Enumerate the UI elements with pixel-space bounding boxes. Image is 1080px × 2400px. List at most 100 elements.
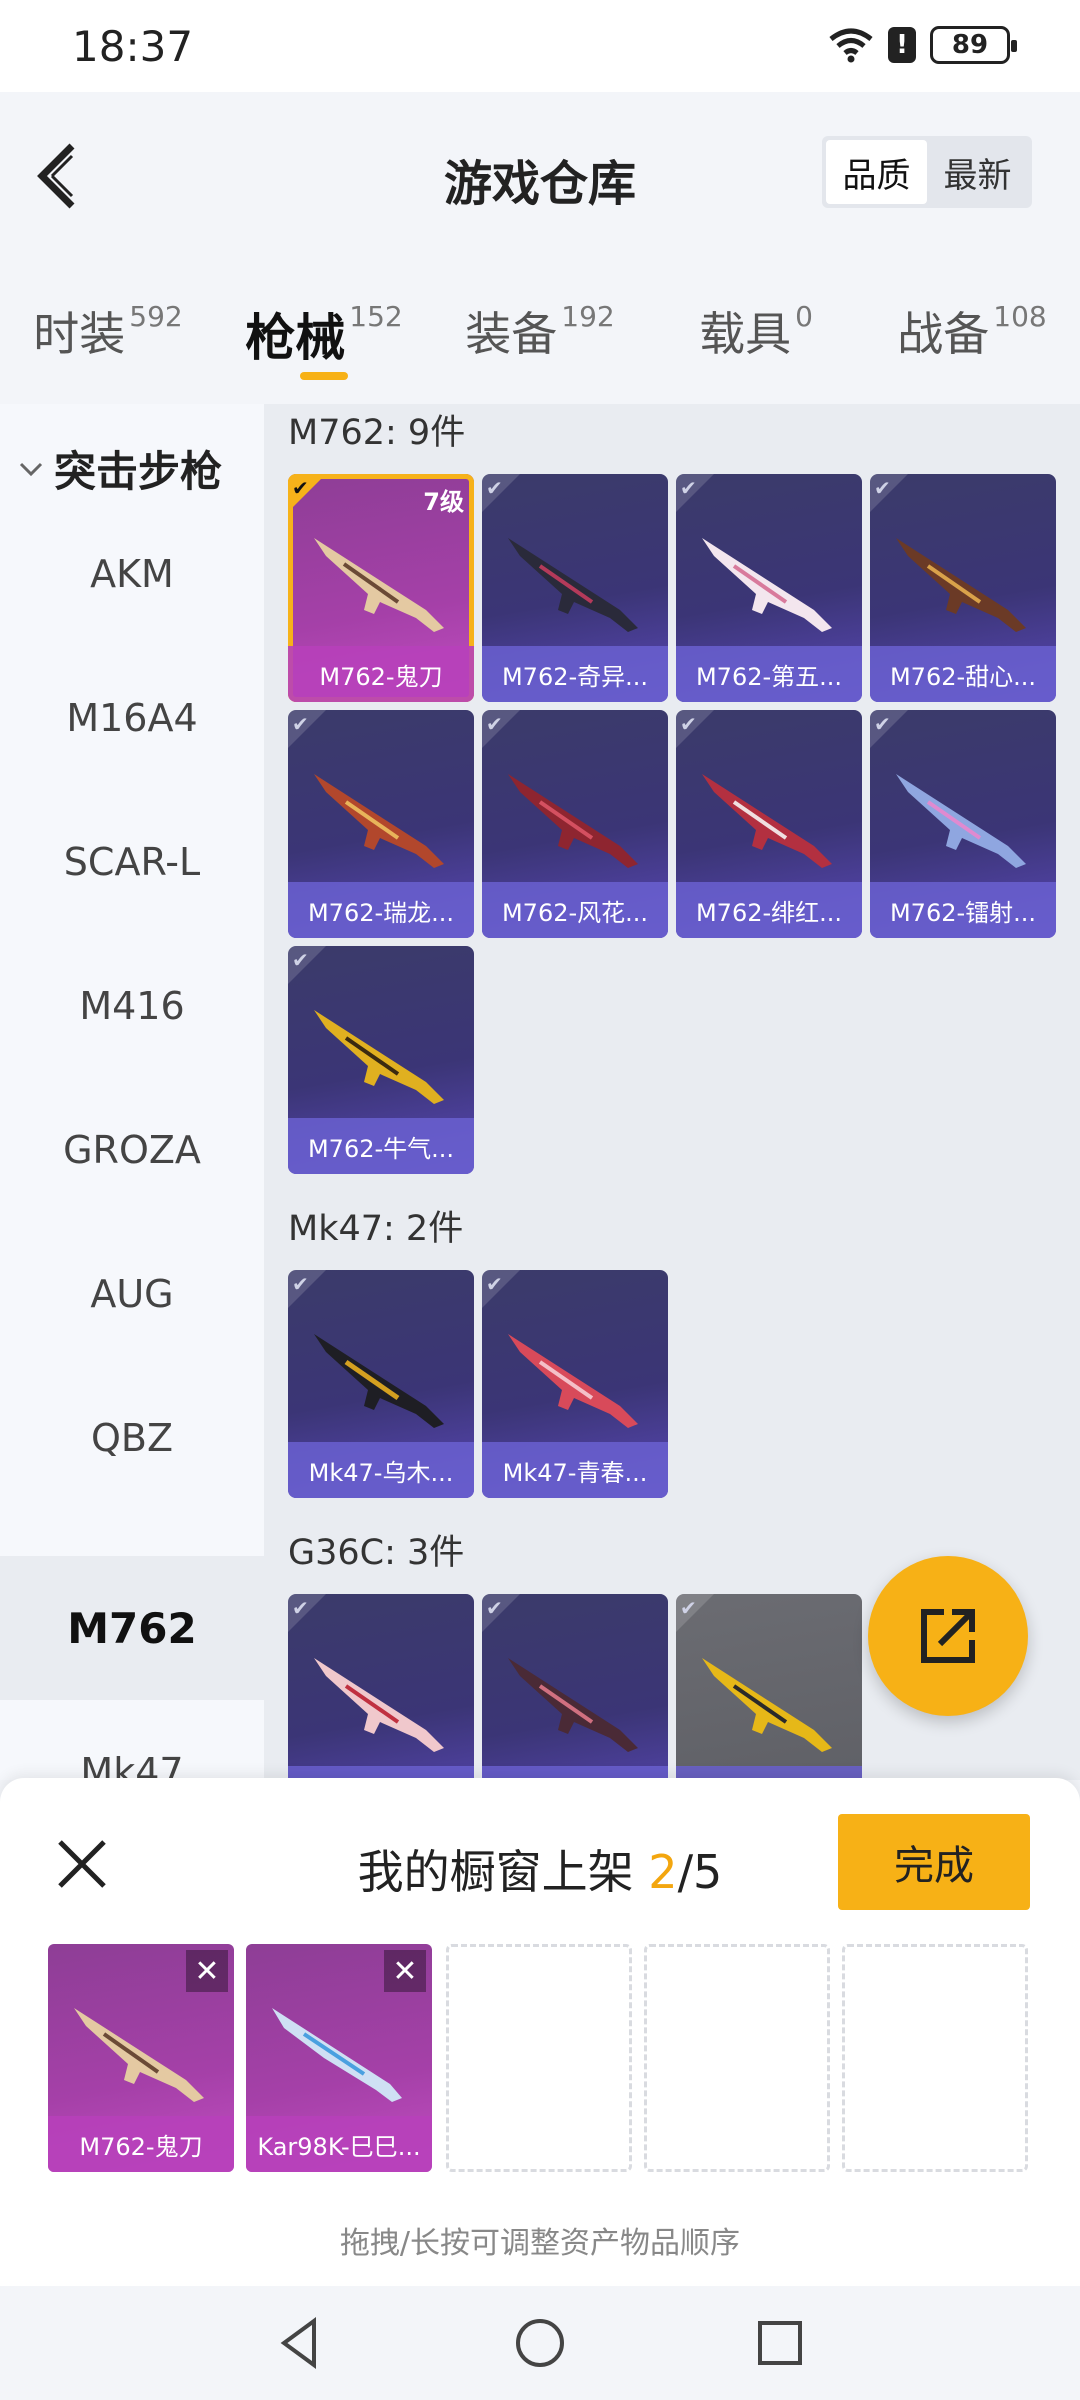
sidebar-category-label: 突击步枪 xyxy=(54,447,223,496)
slot-label: Kar98K-巳巳... xyxy=(246,2116,432,2172)
slot-label: M762-鬼刀 xyxy=(48,2116,234,2172)
rifle-icon xyxy=(272,2008,402,2102)
alert-icon: ! xyxy=(888,27,916,63)
tab-active-indicator xyxy=(300,372,348,380)
showcase-title-label: 我的橱窗上架 xyxy=(357,1845,634,1899)
check-icon: ✔ xyxy=(292,712,309,736)
tab-fashion[interactable]: 时装 592 xyxy=(0,268,216,400)
battery-icon: 89 xyxy=(930,26,1017,64)
rifle-icon xyxy=(508,538,638,632)
tab-count: 592 xyxy=(129,300,183,333)
item-card[interactable]: ✔ xyxy=(482,1594,668,1780)
check-icon: ✔ xyxy=(486,1596,503,1620)
check-icon: ✔ xyxy=(292,1272,309,1296)
item-card[interactable]: ✔ Mk47-乌木... xyxy=(288,1270,474,1498)
sort-quality-button[interactable]: 品质 xyxy=(826,140,927,204)
done-button[interactable]: 完成 xyxy=(838,1814,1030,1910)
sidebar-item-akm[interactable]: AKM xyxy=(0,502,264,646)
item-card[interactable]: ✔ xyxy=(676,1594,862,1780)
empty-slot[interactable] xyxy=(842,1944,1028,2172)
nav-recents-icon[interactable] xyxy=(750,2313,810,2373)
nav-home-icon[interactable] xyxy=(510,2313,570,2373)
remove-icon[interactable]: ✕ xyxy=(384,1950,426,1992)
share-icon xyxy=(921,1609,975,1663)
check-icon: ✔ xyxy=(680,476,697,500)
item-label: M762-牛气... xyxy=(288,1118,474,1174)
header: 游戏仓库 品质 最新 xyxy=(0,92,1080,254)
tab-count: 192 xyxy=(561,300,615,333)
check-icon: ✔ xyxy=(486,476,503,500)
showcase-sheet: 我的橱窗上架 2/5 完成 ✕ M762-鬼刀 ✕ Kar98K-巳巳... 拖… xyxy=(0,1778,1080,2286)
sidebar-item-scar-l[interactable]: SCAR-L xyxy=(0,790,264,934)
system-nav-bar xyxy=(0,2286,1080,2400)
sidebar-item-groza[interactable]: GROZA xyxy=(0,1078,264,1222)
check-icon: ✔ xyxy=(680,712,697,736)
check-icon: ✔ xyxy=(874,476,891,500)
sidebar-item-qbz[interactable]: QBZ xyxy=(0,1366,264,1510)
tab-label: 载具 xyxy=(699,307,792,361)
check-icon: ✔ xyxy=(486,1272,503,1296)
item-label: M762-绯红... xyxy=(676,882,862,938)
empty-slot[interactable] xyxy=(644,1944,830,2172)
rifle-icon xyxy=(508,1658,638,1752)
item-card[interactable]: ✔ M762-瑞龙... xyxy=(288,710,474,938)
showcase-current-count: 2 xyxy=(648,1845,678,1899)
sidebar-item-m762[interactable]: M762 xyxy=(0,1556,264,1700)
item-card[interactable]: ✔ M762-奇异... xyxy=(482,474,668,702)
chevron-down-icon xyxy=(19,462,43,476)
item-label: M762-镭射... xyxy=(870,882,1056,938)
status-time: 18:37 xyxy=(72,22,194,71)
empty-slot[interactable] xyxy=(446,1944,632,2172)
status-bar: 18:37 ! 89 xyxy=(0,0,1080,92)
rifle-icon xyxy=(896,774,1026,868)
sidebar-category-header[interactable]: 突击步枪 xyxy=(18,438,222,499)
item-card[interactable]: ✔ M762-镭射... xyxy=(870,710,1056,938)
rifle-icon xyxy=(314,774,444,868)
item-label: M762-风花... xyxy=(482,882,668,938)
item-card[interactable]: ✔ xyxy=(288,1594,474,1780)
item-label: Mk47-青春... xyxy=(482,1442,668,1498)
showcase-slot[interactable]: ✕ Kar98K-巳巳... xyxy=(246,1944,432,2172)
check-icon: ✔ xyxy=(680,1596,697,1620)
showcase-slot[interactable]: ✕ M762-鬼刀 xyxy=(48,1944,234,2172)
item-level: 7级 xyxy=(423,488,464,516)
rifle-icon xyxy=(702,774,832,868)
group-title-m762: M762: 9件 xyxy=(288,413,466,453)
tab-label: 枪械 xyxy=(245,309,346,367)
item-label: M762-第五... xyxy=(676,646,862,702)
status-icons: ! 89 xyxy=(828,26,1017,64)
rifle-icon xyxy=(702,538,832,632)
sort-toggle[interactable]: 品质 最新 xyxy=(822,136,1032,208)
rifle-icon xyxy=(702,1658,832,1752)
tab-label: 装备 xyxy=(465,307,558,361)
rifle-icon xyxy=(508,774,638,868)
remove-icon[interactable]: ✕ xyxy=(186,1950,228,1992)
item-card[interactable]: ✔ 7级 M762-鬼刀 xyxy=(288,474,474,702)
rifle-icon xyxy=(314,538,444,632)
sort-newest-button[interactable]: 最新 xyxy=(927,140,1028,204)
item-card[interactable]: ✔ M762-牛气... xyxy=(288,946,474,1174)
item-card[interactable]: ✔ M762-风花... xyxy=(482,710,668,938)
sidebar-item-m416[interactable]: M416 xyxy=(0,934,264,1078)
item-card[interactable]: ✔ M762-第五... xyxy=(676,474,862,702)
item-card[interactable]: ✔ M762-绯红... xyxy=(676,710,862,938)
item-card[interactable]: ✔ M762-甜心... xyxy=(870,474,1056,702)
share-button[interactable] xyxy=(868,1556,1028,1716)
sidebar-item-aug[interactable]: AUG xyxy=(0,1222,264,1366)
sidebar-item-m16a4[interactable]: M16A4 xyxy=(0,646,264,790)
tab-supplies[interactable]: 战备 108 xyxy=(864,268,1080,400)
sidebar-item-mk47[interactable]: Mk47 xyxy=(0,1700,264,1780)
category-tabs: 时装 592 枪械 152 装备 192 载具 0 战备 108 xyxy=(0,268,1080,400)
item-card[interactable]: ✔ Mk47-青春... xyxy=(482,1270,668,1498)
item-label: M762-甜心... xyxy=(870,646,1056,702)
tab-guns[interactable]: 枪械 152 xyxy=(216,268,432,400)
item-label: M762-瑞龙... xyxy=(288,882,474,938)
nav-back-icon[interactable] xyxy=(270,2313,330,2373)
group-title-mk47: Mk47: 2件 xyxy=(288,1209,464,1249)
item-label: Mk47-乌木... xyxy=(288,1442,474,1498)
check-icon: ✔ xyxy=(292,948,309,972)
weapon-sidebar: 突击步枪 AKM M16A4 SCAR-L M416 GROZA AUG QBZ… xyxy=(0,404,264,1780)
rifle-icon xyxy=(896,538,1026,632)
tab-equipment[interactable]: 装备 192 xyxy=(432,268,648,400)
tab-vehicles[interactable]: 载具 0 xyxy=(648,268,864,400)
